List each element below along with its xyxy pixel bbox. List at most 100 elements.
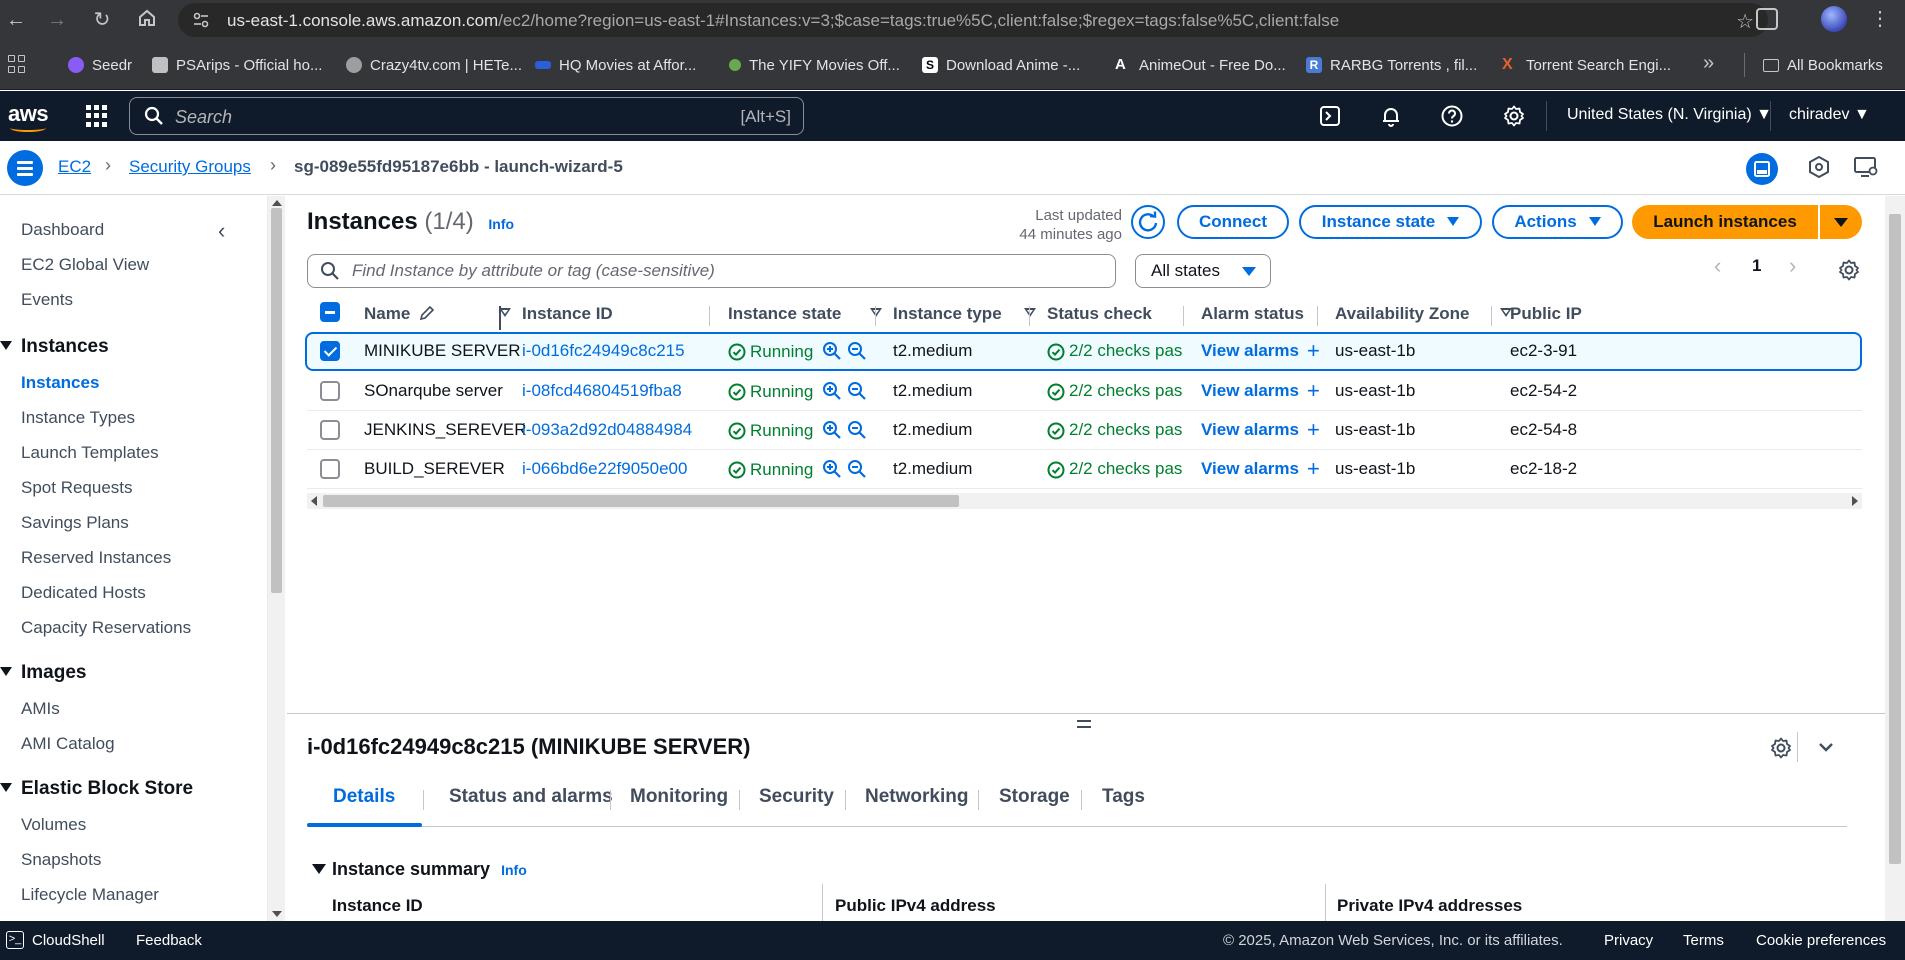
nav-ami-catalog[interactable]: AMI Catalog (21, 734, 115, 754)
column-header-public-ip[interactable]: Public IP (1510, 296, 1582, 332)
region-selector[interactable]: United States (N. Virginia) ▼ (1567, 106, 1772, 124)
account-menu[interactable]: chiradev ▼ (1789, 106, 1870, 124)
profile-avatar[interactable] (1821, 6, 1847, 32)
row-checkbox[interactable] (320, 459, 340, 479)
panel-settings-gear-icon[interactable] (1769, 736, 1793, 760)
table-settings-gear-icon[interactable] (1837, 258, 1861, 282)
instance-filter-input[interactable]: Find Instance by attribute or tag (case-… (307, 254, 1116, 288)
side-nav-toggle-icon[interactable] (7, 150, 43, 186)
cell-instance-id[interactable]: i-0d16fc24949c8c215 (522, 341, 685, 361)
main-scrollbar[interactable] (1885, 196, 1905, 921)
cell-alarm-status[interactable]: View alarms (1201, 459, 1299, 479)
add-alarm-plus-icon[interactable]: + (1307, 338, 1320, 364)
nav-snapshots[interactable]: Snapshots (21, 850, 101, 870)
nav-lifecycle-manager[interactable]: Lifecycle Manager (21, 885, 159, 905)
nav-savings-plans[interactable]: Savings Plans (21, 513, 129, 533)
sidebar-scrollbar[interactable] (268, 196, 285, 921)
previous-page-icon[interactable]: ‹ (1714, 253, 1721, 279)
bookmark-star-icon[interactable]: ☆ (1736, 9, 1754, 34)
column-header-name[interactable]: Name (364, 296, 511, 332)
nav-volumes[interactable]: Volumes (21, 815, 86, 835)
instance-state-button[interactable]: Instance state (1299, 205, 1482, 239)
breadcrumb-ec2[interactable]: EC2 (58, 157, 91, 177)
add-alarm-plus-icon[interactable]: + (1307, 378, 1320, 404)
info-link[interactable]: Info (501, 862, 527, 878)
cell-instance-id[interactable]: i-066bd6e22f9050e00 (522, 459, 687, 479)
launch-dropdown-button[interactable] (1820, 205, 1862, 239)
table-row[interactable]: MINIKUBE SERVER i-0d16fc24949c8c215 Runn… (305, 332, 1862, 371)
tab-details[interactable]: Details (333, 786, 395, 808)
settings-gear-icon[interactable] (1502, 104, 1526, 128)
apps-grid-icon[interactable] (8, 55, 26, 73)
cell-instance-id[interactable]: i-08fcd46804519fba8 (522, 381, 682, 401)
cell-alarm-status[interactable]: View alarms (1201, 341, 1299, 361)
address-bar[interactable]: us-east-1.console.aws.amazon.com/ec2/hom… (178, 3, 1768, 37)
table-row[interactable]: SOnarqube server i-08fcd46804519fba8 Run… (307, 372, 1862, 411)
zoom-in-icon[interactable] (822, 341, 842, 361)
column-header-status-check[interactable]: Status check (1047, 296, 1152, 332)
actions-button[interactable]: Actions (1492, 205, 1623, 239)
extensions-icon[interactable] (1756, 8, 1778, 30)
nav-amis[interactable]: AMIs (21, 699, 60, 719)
tab-tags[interactable]: Tags (1102, 786, 1145, 808)
column-header-instance-state[interactable]: Instance state (728, 296, 882, 332)
cell-alarm-status[interactable]: View alarms (1201, 420, 1299, 440)
bookmark-item[interactable]: Seedr (68, 54, 132, 76)
home-icon[interactable] (135, 8, 159, 32)
table-horizontal-scrollbar[interactable] (307, 493, 1862, 509)
nav-instance-types[interactable]: Instance Types (21, 408, 135, 428)
states-filter-select[interactable]: All states (1135, 254, 1271, 288)
nav-dedicated-hosts[interactable]: Dedicated Hosts (21, 583, 146, 603)
info-link[interactable]: Info (488, 216, 514, 232)
page-number[interactable]: 1 (1752, 256, 1761, 276)
nav-capacity-reservations[interactable]: Capacity Reservations (21, 618, 191, 638)
feedback-link[interactable]: Feedback (136, 932, 202, 949)
site-settings-icon[interactable] (192, 11, 210, 29)
bookmark-item[interactable]: HQ Movies at Affor... (535, 54, 696, 76)
next-page-icon[interactable]: › (1789, 253, 1796, 279)
refresh-button[interactable] (1131, 205, 1165, 239)
forward-arrow-icon[interactable]: → (45, 8, 69, 32)
zoom-in-icon[interactable] (822, 381, 842, 401)
bookmark-item[interactable]: X Torrent Search Engi... (1502, 54, 1671, 76)
help-icon[interactable] (1440, 104, 1464, 128)
row-checkbox[interactable] (320, 341, 340, 361)
row-checkbox[interactable] (320, 381, 340, 401)
bookmark-item[interactable]: A AnimeOut - Free Do... (1115, 54, 1286, 76)
nav-section-ebs[interactable]: Elastic Block Store (0, 778, 193, 800)
chevron-down-icon[interactable] (1817, 738, 1835, 756)
bookmark-item[interactable]: S Download Anime -... (922, 54, 1080, 76)
tab-security[interactable]: Security (759, 786, 834, 808)
connect-button[interactable]: Connect (1177, 205, 1289, 239)
tab-storage[interactable]: Storage (999, 786, 1070, 808)
bookmark-item[interactable]: The YIFY Movies Off... (729, 54, 900, 76)
notifications-bell-icon[interactable] (1379, 104, 1403, 128)
split-panel-toggle-icon[interactable] (1746, 153, 1778, 185)
nav-events[interactable]: Events (21, 290, 73, 310)
tab-monitoring[interactable]: Monitoring (630, 786, 728, 808)
nav-section-instances[interactable]: Instances (0, 336, 109, 358)
back-arrow-icon[interactable]: ← (4, 8, 28, 32)
column-header-alarm-status[interactable]: Alarm status (1201, 296, 1304, 332)
launch-instances-button[interactable]: Launch instances (1632, 205, 1818, 239)
row-checkbox[interactable] (320, 420, 340, 440)
nav-ec2-global-view[interactable]: EC2 Global View (21, 255, 149, 275)
column-header-instance-id[interactable]: Instance ID (522, 296, 613, 332)
resize-handle[interactable] (1077, 720, 1091, 728)
nav-section-images[interactable]: Images (0, 662, 86, 684)
column-header-instance-type[interactable]: Instance type (893, 296, 1036, 332)
more-bookmarks-icon[interactable]: » (1703, 52, 1714, 75)
nav-launch-templates[interactable]: Launch Templates (21, 443, 159, 463)
cell-instance-id[interactable]: i-093a2d92d04884984 (522, 420, 692, 440)
table-row[interactable]: JENKINS_SEREVER i-093a2d92d04884984 Runn… (307, 411, 1862, 450)
display-preferences-icon[interactable] (1853, 155, 1879, 179)
add-alarm-plus-icon[interactable]: + (1307, 417, 1320, 443)
zoom-out-icon[interactable] (847, 341, 867, 361)
resources-hexagon-icon[interactable] (1807, 155, 1831, 179)
services-grid-icon[interactable] (86, 105, 108, 127)
bookmark-item[interactable]: Crazy4tv.com | HETe... (346, 54, 522, 76)
zoom-out-icon[interactable] (847, 381, 867, 401)
nav-instances[interactable]: Instances (21, 373, 99, 393)
bookmark-item[interactable]: PSArips - Official ho... (152, 54, 322, 76)
tab-networking[interactable]: Networking (865, 786, 968, 808)
